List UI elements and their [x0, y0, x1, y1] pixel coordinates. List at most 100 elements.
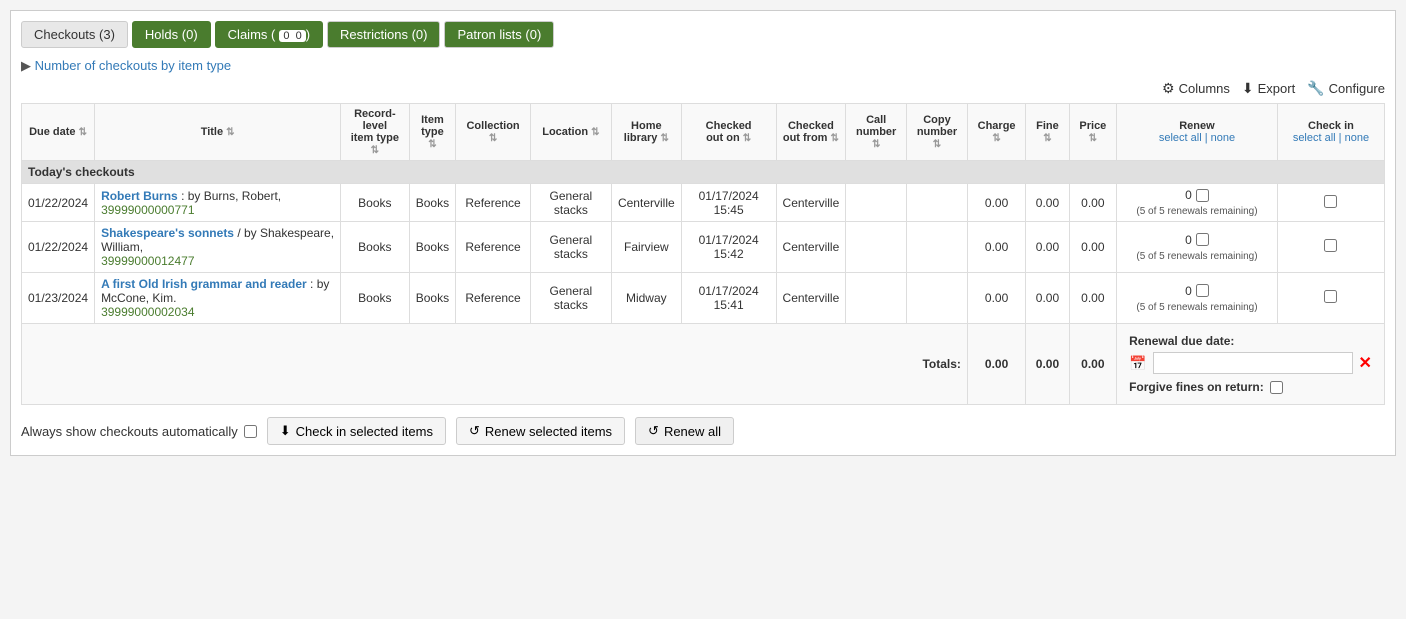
totals-row: Totals: 0.00 0.00 0.00 Renewal due date:…: [22, 324, 1385, 405]
col-price[interactable]: Price ⇅: [1069, 104, 1116, 161]
totals-fine: 0.00: [1026, 324, 1069, 405]
tab-checkouts[interactable]: Checkouts (3): [21, 21, 128, 48]
col-charge[interactable]: Charge ⇅: [967, 104, 1025, 161]
renew-select-all[interactable]: select all: [1159, 132, 1202, 144]
columns-button[interactable]: ⚙ Columns: [1162, 80, 1230, 97]
renew-cell-1: 0 (5 of 5 renewals remaining): [1117, 184, 1278, 222]
configure-label: Configure: [1329, 81, 1385, 96]
sort-icon-due-date: ⇅: [79, 127, 87, 138]
barcode-link-3[interactable]: 39999000002034: [101, 305, 194, 319]
checkouts-by-type[interactable]: Number of checkouts by item type: [21, 58, 1385, 74]
renewal-clear-button[interactable]: ✕: [1359, 353, 1372, 373]
col-copy-number-label: Copynumber: [917, 114, 957, 138]
renewal-date-input[interactable]: [1153, 352, 1353, 374]
checkin-checkbox-3[interactable]: [1324, 290, 1337, 303]
always-show-checkbox[interactable]: [244, 425, 257, 438]
barcode-link-2[interactable]: 39999000012477: [101, 254, 194, 268]
sort-icon-price: ⇅: [1089, 133, 1097, 144]
item-type-3: Books: [409, 273, 456, 324]
title-link-3[interactable]: A first Old Irish grammar and reader: [101, 277, 307, 291]
renew-count-2: 0: [1185, 233, 1192, 247]
wrench-icon: 🔧: [1307, 80, 1324, 97]
checkin-none[interactable]: none: [1345, 132, 1369, 144]
sort-icon-location: ⇅: [591, 127, 599, 138]
col-call-number[interactable]: Callnumber ⇅: [846, 104, 907, 161]
title-cell-2: Shakespeare's sonnets / by Shakespeare, …: [95, 222, 341, 273]
sort-icon-checked-out-on: ⇅: [743, 133, 751, 144]
renew-checkbox-1[interactable]: [1196, 189, 1209, 202]
section-header-label: Today's checkouts: [22, 161, 1385, 184]
col-collection[interactable]: Collection ⇅: [456, 104, 530, 161]
copy-number-3: [907, 273, 968, 324]
sort-icon-title: ⇅: [226, 127, 234, 138]
col-title[interactable]: Title ⇅: [95, 104, 341, 161]
renewal-input-row: 📅 ✕: [1129, 352, 1372, 374]
forgive-fines-label: Forgive fines on return:: [1129, 380, 1264, 394]
sort-icon-collection: ⇅: [489, 133, 497, 144]
col-location[interactable]: Location ⇅: [530, 104, 611, 161]
totals-label: Totals:: [22, 324, 968, 405]
checkin-checkbox-2[interactable]: [1324, 239, 1337, 252]
col-home-library-label: Homelibrary: [624, 120, 662, 144]
location-2: General stacks: [530, 222, 611, 273]
col-due-date[interactable]: Due date ⇅: [22, 104, 95, 161]
gear-icon: ⚙: [1162, 80, 1175, 97]
renew-none[interactable]: none: [1211, 132, 1235, 144]
title-cell-3: A first Old Irish grammar and reader : b…: [95, 273, 341, 324]
record-type-3: Books: [341, 273, 409, 324]
checkin-select-all[interactable]: select all: [1293, 132, 1336, 144]
tab-claims[interactable]: Claims (0 0): [215, 21, 323, 48]
checkouts-table: Due date ⇅ Title ⇅ Record-levelitem type…: [21, 103, 1385, 405]
title-cell-1: Robert Burns : by Burns, Robert, 3999900…: [95, 184, 341, 222]
configure-button[interactable]: 🔧 Configure: [1307, 80, 1385, 97]
title-link-2[interactable]: Shakespeare's sonnets: [101, 226, 234, 240]
location-3: General stacks: [530, 273, 611, 324]
item-type-2: Books: [409, 222, 456, 273]
sort-icon-checked-out-from: ⇅: [831, 133, 839, 144]
forgive-fines-checkbox[interactable]: [1270, 381, 1283, 394]
title-link-1[interactable]: Robert Burns: [101, 189, 178, 203]
refresh-icon: ↺: [469, 423, 480, 439]
collection-2: Reference: [456, 222, 530, 273]
col-title-label: Title: [201, 126, 223, 138]
refresh-icon-all: ↺: [648, 423, 659, 439]
check-in-selected-button[interactable]: ⬇ Check in selected items: [267, 417, 446, 445]
col-item-type[interactable]: Itemtype ⇅: [409, 104, 456, 161]
col-home-library[interactable]: Homelibrary ⇅: [611, 104, 681, 161]
tab-patron-lists[interactable]: Patron lists (0): [444, 21, 554, 48]
sort-icon-item-type: ⇅: [428, 139, 436, 150]
col-item-type-label: Itemtype: [421, 114, 444, 138]
table-row: 01/23/2024 A first Old Irish grammar and…: [22, 273, 1385, 324]
renew-checkbox-3[interactable]: [1196, 284, 1209, 297]
sort-icon-fine: ⇅: [1043, 133, 1051, 144]
col-fine[interactable]: Fine ⇅: [1026, 104, 1069, 161]
col-renew: Renew select all | none: [1117, 104, 1278, 161]
checkin-checkbox-1[interactable]: [1324, 195, 1337, 208]
checked-out-from-3: Centerville: [776, 273, 846, 324]
sort-icon-home-library: ⇅: [660, 133, 668, 144]
sort-icon-copy-number: ⇅: [933, 139, 941, 150]
due-date-2: 01/22/2024: [22, 222, 95, 273]
checked-out-on-2: 01/17/2024 15:42: [681, 222, 776, 273]
renew-all-button[interactable]: ↺ Renew all: [635, 417, 734, 445]
section-header-today: Today's checkouts: [22, 161, 1385, 184]
col-checked-out-on[interactable]: Checkedout on ⇅: [681, 104, 776, 161]
barcode-link-1[interactable]: 39999000000771: [101, 203, 194, 217]
renew-count-1: 0: [1185, 188, 1192, 202]
home-library-1: Centerville: [611, 184, 681, 222]
export-label: Export: [1258, 81, 1296, 96]
tab-holds[interactable]: Holds (0): [132, 21, 211, 48]
checkin-cell-1: [1277, 184, 1384, 222]
col-record-level-item-type[interactable]: Record-levelitem type ⇅: [341, 104, 409, 161]
export-button[interactable]: ⬇ Export: [1242, 80, 1295, 97]
item-type-1: Books: [409, 184, 456, 222]
renewals-remaining-1: (5 of 5 renewals remaining): [1136, 206, 1257, 217]
col-record-level-label: Record-levelitem type: [351, 108, 399, 144]
tab-restrictions[interactable]: Restrictions (0): [327, 21, 440, 48]
col-copy-number[interactable]: Copynumber ⇅: [907, 104, 968, 161]
col-checked-out-from[interactable]: Checkedout from ⇅: [776, 104, 846, 161]
collection-1: Reference: [456, 184, 530, 222]
renew-selected-button[interactable]: ↺ Renew selected items: [456, 417, 625, 445]
renew-checkbox-2[interactable]: [1196, 233, 1209, 246]
checked-out-from-2: Centerville: [776, 222, 846, 273]
